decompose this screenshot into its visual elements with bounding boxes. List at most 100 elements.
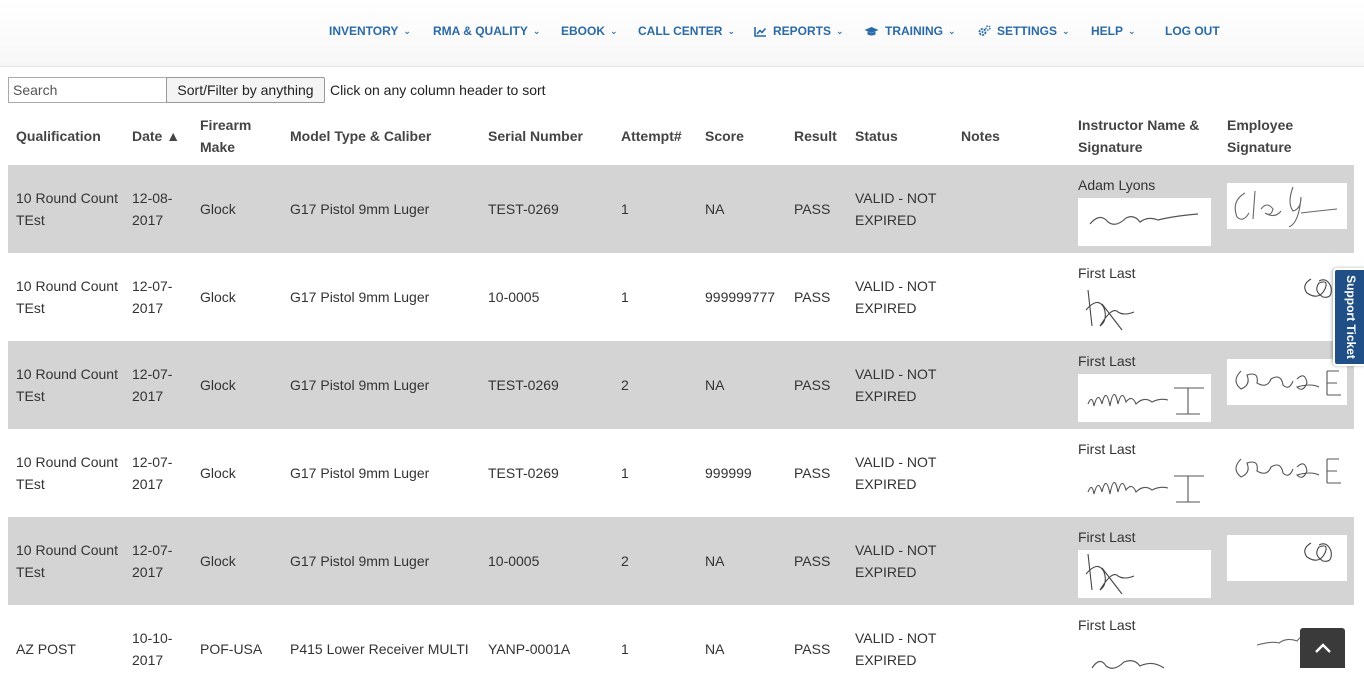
cell-serial: YANP-0001A [488,641,571,657]
cell-score: 999999 [705,465,752,481]
nav-label: HELP [1091,24,1124,38]
table-row[interactable]: 10 Round Count TEst 12-08-2017 Glock G17… [8,165,1354,253]
column-header-firearm-make[interactable]: Firearm Make [200,106,286,165]
instructor-name: First Last [1078,617,1136,633]
cell-result: PASS [794,641,831,657]
nav-training[interactable]: TRAINING ⌄ [864,24,956,38]
column-header-status[interactable]: Status [855,106,959,165]
cell-result: PASS [794,201,831,217]
support-ticket-tab[interactable]: Support Ticket [1333,268,1364,366]
cell-result: PASS [794,289,831,305]
instructor-name: First Last [1078,353,1136,369]
nav-call-center[interactable]: CALL CENTER ⌄ [638,24,735,38]
instructor-signature [1078,198,1211,246]
chevron-down-icon: ⌄ [610,25,618,36]
nav-settings[interactable]: SETTINGS ⌄ [978,24,1070,38]
cell-date: 12-07-2017 [132,454,173,492]
cell-attempt: 1 [621,201,629,217]
nav-label: RMA & QUALITY [433,24,528,38]
table-header-row: Qualification Date ▲ Firearm Make Model … [8,106,1354,165]
cell-qualification: 10 Round Count TEst [16,278,118,316]
cell-qualification: 10 Round Count TEst [16,190,118,228]
chevron-down-icon: ⌄ [727,25,735,36]
nav-reports[interactable]: REPORTS ⌄ [754,24,844,38]
cell-result: PASS [794,465,831,481]
instructor-cell: First Last [1078,605,1224,693]
cell-attempt: 1 [621,641,629,657]
instructor-signature [1078,286,1211,334]
cell-score: 999999777 [705,289,776,305]
nav-label: SETTINGS [997,24,1058,38]
sort-filter-button[interactable]: Sort/Filter by anything [166,77,325,103]
cell-make: Glock [200,553,236,569]
instructor-cell: First Last [1078,253,1224,341]
instructor-signature [1078,638,1211,686]
cell-serial: 10-0005 [488,553,540,569]
cell-model: G17 Pistol 9mm Luger [290,377,430,393]
instructor-cell: First Last [1078,517,1224,605]
employee-signature [1227,447,1347,493]
cell-date: 12-07-2017 [132,278,173,316]
cell-attempt: 2 [621,377,629,393]
cell-qualification: 10 Round Count TEst [16,366,118,404]
column-header-instructor[interactable]: Instructor Name & Signature [1078,106,1224,165]
cell-make: Glock [200,465,236,481]
instructor-cell: First Last [1078,341,1224,429]
back-to-top-button[interactable] [1300,628,1345,668]
cell-status: VALID - NOT EXPIRED [855,630,937,668]
cell-notes [961,605,1075,693]
nav-rma-quality[interactable]: RMA & QUALITY ⌄ [433,24,540,38]
column-header-serial[interactable]: Serial Number [488,106,618,165]
nav-log-out[interactable]: LOG OUT [1165,24,1220,38]
table-row[interactable]: 10 Round Count TEst 12-07-2017 Glock G17… [8,429,1354,517]
column-header-employee-signature[interactable]: Employee Signature [1227,106,1353,165]
cell-status: VALID - NOT EXPIRED [855,278,937,316]
employee-signature [1227,271,1347,317]
column-header-attempt[interactable]: Attempt# [621,106,701,165]
cell-status: VALID - NOT EXPIRED [855,366,937,404]
cell-date: 12-07-2017 [132,542,173,580]
nav-ebook[interactable]: EBOOK ⌄ [561,24,618,38]
instructor-name: First Last [1078,441,1136,457]
line-chart-icon [754,26,767,37]
qualifications-table: Qualification Date ▲ Firearm Make Model … [8,106,1354,693]
cell-attempt: 1 [621,465,629,481]
cell-model: G17 Pistol 9mm Luger [290,553,430,569]
cell-status: VALID - NOT EXPIRED [855,542,937,580]
cell-attempt: 2 [621,553,629,569]
chevron-down-icon: ⌄ [1062,25,1070,36]
nav-inventory[interactable]: INVENTORY ⌄ [329,24,411,38]
cell-result: PASS [794,377,831,393]
cell-make: Glock [200,201,236,217]
cell-date: 12-08-2017 [132,190,173,228]
cell-status: VALID - NOT EXPIRED [855,454,937,492]
cell-notes [961,517,1075,605]
column-header-score[interactable]: Score [705,106,791,165]
table-row[interactable]: 10 Round Count TEst 12-07-2017 Glock G17… [8,517,1354,605]
instructor-cell: First Last [1078,429,1224,517]
column-header-result[interactable]: Result [794,106,852,165]
nav-label: CALL CENTER [638,24,723,38]
cell-score: NA [705,201,725,217]
table-row[interactable]: AZ POST 10-10-2017 POF-USA P415 Lower Re… [8,605,1354,693]
cell-model: G17 Pistol 9mm Luger [290,465,430,481]
cell-serial: TEST-0269 [488,377,559,393]
column-header-model[interactable]: Model Type & Caliber [290,106,486,165]
cell-make: Glock [200,377,236,393]
employee-signature [1227,183,1347,229]
column-header-qualification[interactable]: Qualification [16,106,128,165]
table-row[interactable]: 10 Round Count TEst 12-07-2017 Glock G17… [8,253,1354,341]
cell-notes [961,429,1075,517]
table-row[interactable]: 10 Round Count TEst 12-07-2017 Glock G17… [8,341,1354,429]
cell-qualification: 10 Round Count TEst [16,542,118,580]
search-input[interactable] [8,77,167,103]
nav-help[interactable]: HELP ⌄ [1091,24,1136,38]
instructor-signature [1078,462,1211,510]
chevron-down-icon: ⌄ [1128,25,1136,36]
cell-make: Glock [200,289,236,305]
cell-serial: 10-0005 [488,289,540,305]
cogs-icon [978,25,991,36]
column-header-notes[interactable]: Notes [961,106,1075,165]
column-header-date[interactable]: Date ▲ [132,106,196,165]
cell-attempt: 1 [621,289,629,305]
